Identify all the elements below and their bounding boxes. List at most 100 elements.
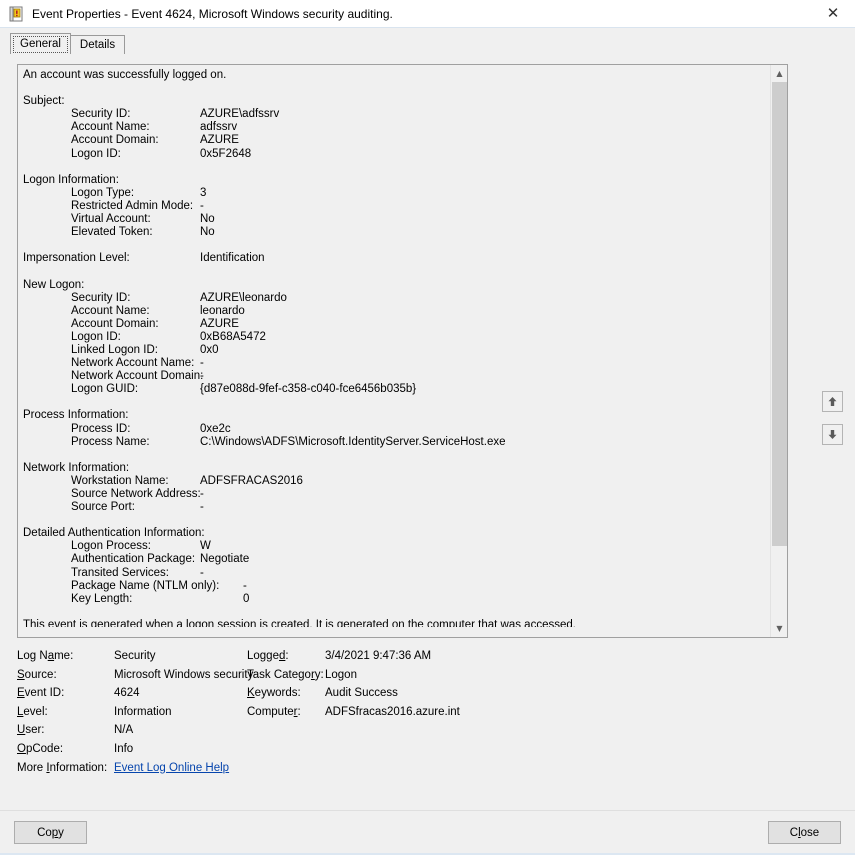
metadata-value: 3/4/2021 9:47:36 AM [325,650,431,662]
event-field-value: W [200,540,211,553]
event-field-label: Elevated Token: [71,226,153,239]
metadata-label: Computer: [247,706,301,718]
metadata-value: ADFSfracas2016.azure.int [325,706,460,718]
tab-focus-rect [13,36,68,53]
spacer [23,265,769,278]
event-field-label: Key Length: [71,593,132,606]
event-field-label: Authentication Package: [71,553,195,566]
event-field-value: AZURE\leonardo [200,292,287,305]
metadata-label: Event ID: [17,687,64,699]
metadata-label: OpCode: [17,743,63,755]
event-field-label: Linked Logon ID: [71,344,158,357]
event-field-label: Security ID: [71,108,130,121]
metadata-label: Task Category: [247,669,324,681]
next-event-button[interactable] [822,424,843,445]
event-section-heading: Detailed Authentication Information: [23,527,769,540]
event-field-value: No [200,226,215,239]
title-bar: Event Properties - Event 4624, Microsoft… [0,0,855,28]
spacer [23,449,769,462]
event-field-value: C:\Windows\ADFS\Microsoft.IdentityServer… [200,436,506,449]
record-navigation-buttons [822,391,843,457]
event-trailing-text: This event is generated when a logon ses… [23,619,769,627]
event-headline: An account was successfully logged on. [23,69,769,82]
metadata-row: User:N/A [17,724,777,743]
event-field-label: Account Domain: [71,134,159,147]
event-field-label: Logon Process: [71,540,151,553]
event-field-label: Workstation Name: [71,475,169,488]
event-field-row: Security ID: AZURE\leonardo [23,292,769,305]
event-field-label: Virtual Account: [71,213,151,226]
spacer [23,161,769,174]
metadata-row: OpCode: Info [17,743,777,762]
event-field-row: Network Account Name:- [23,357,769,370]
event-text-scrollbar[interactable]: ▲ ▼ [770,65,787,637]
event-field-row: Source Port:- [23,501,769,514]
metadata-value: Info [114,743,133,755]
event-field-row: Process ID:0xe2c [23,423,769,436]
event-field-label: Network Account Name: [71,357,194,370]
event-field-label: Impersonation Level: [23,252,130,265]
metadata-value: N/A [114,724,133,736]
scroll-up-icon[interactable]: ▲ [771,65,788,82]
event-field-row: Restricted Admin Mode:- [23,200,769,213]
event-section-heading: Process Information: [23,409,769,422]
event-field-value: - [200,357,204,370]
close-icon[interactable]: ✕ [811,0,855,27]
event-field-label: Package Name (NTLM only): [71,580,219,593]
event-field-label: Account Name: [71,305,150,318]
event-description-text: An account was successfully logged on.Su… [18,65,769,637]
event-field-value: Negotiate [200,553,249,566]
arrow-up-icon [827,396,838,407]
event-field-value: 3 [200,187,206,200]
previous-event-button[interactable] [822,391,843,412]
tab-strip: General Details [10,33,845,54]
event-field-row: Logon GUID:{d87e088d-9fef-c358-c040-fce6… [23,383,769,396]
spacer [23,606,769,619]
event-section-heading: Network Information: [23,462,769,475]
event-field-row: Account Name:adfssrv [23,121,769,134]
tab-general[interactable]: General [10,33,71,54]
metadata-value: Logon [325,669,357,681]
event-log-online-help-link[interactable]: Event Log Online Help [114,762,229,774]
event-field-value: {d87e088d-9fef-c358-c040-fce6456b035b} [200,383,416,396]
event-field-row: Package Name (NTLM only): - [23,580,769,593]
metadata-label: Level: [17,706,48,718]
event-field-value: - [200,488,204,501]
tab-details-label: Details [80,39,115,51]
event-field-value: - [200,501,204,514]
event-metadata-grid: Log Name:SecurityLogged:3/4/2021 9:47:36… [17,650,777,780]
event-description-panel[interactable]: An account was successfully logged on.Su… [17,64,788,638]
event-field-value: ADFSFRACAS2016 [200,475,303,488]
close-button[interactable]: Close [768,821,841,844]
metadata-row: Level:InformationComputer:ADFSfracas2016… [17,706,777,725]
event-field-value: - [243,580,247,593]
metadata-label: More Information: [17,762,107,774]
copy-button[interactable]: Copy [14,821,87,844]
close-button-label: Close [790,827,819,839]
event-field-row: Logon ID:0x5F2648 [23,148,769,161]
event-field-value: 0x5F2648 [200,148,251,161]
scrollbar-thumb[interactable] [772,82,787,546]
spacer [23,514,769,527]
event-field-value: 0x0 [200,344,219,357]
tab-details[interactable]: Details [70,35,125,54]
event-field-label: Process Name: [71,436,150,449]
event-field-value: AZURE\adfssrv [200,108,279,121]
event-field-label: Security ID: [71,292,130,305]
event-field-value: leonardo [200,305,245,318]
event-field-row: Linked Logon ID: 0x0 [23,344,769,357]
event-field-value: 0 [243,593,249,606]
metadata-label: Log Name: [17,650,73,662]
event-field-value: AZURE [200,134,239,147]
spacer [23,82,769,95]
event-field-row: Source Network Address:- [23,488,769,501]
event-field-row: Account Domain: AZURE [23,134,769,147]
metadata-row: Source:Microsoft Windows securityTask Ca… [17,669,777,688]
event-field-label: Process ID: [71,423,130,436]
scroll-down-icon[interactable]: ▼ [771,620,788,637]
event-field-label: Network Account Domain: [71,370,203,383]
event-field-row: Logon ID:0xB68A5472 [23,331,769,344]
event-field-label: Restricted Admin Mode: [71,200,193,213]
window-title: Event Properties - Event 4624, Microsoft… [32,7,393,21]
metadata-label: Keywords: [247,687,301,699]
